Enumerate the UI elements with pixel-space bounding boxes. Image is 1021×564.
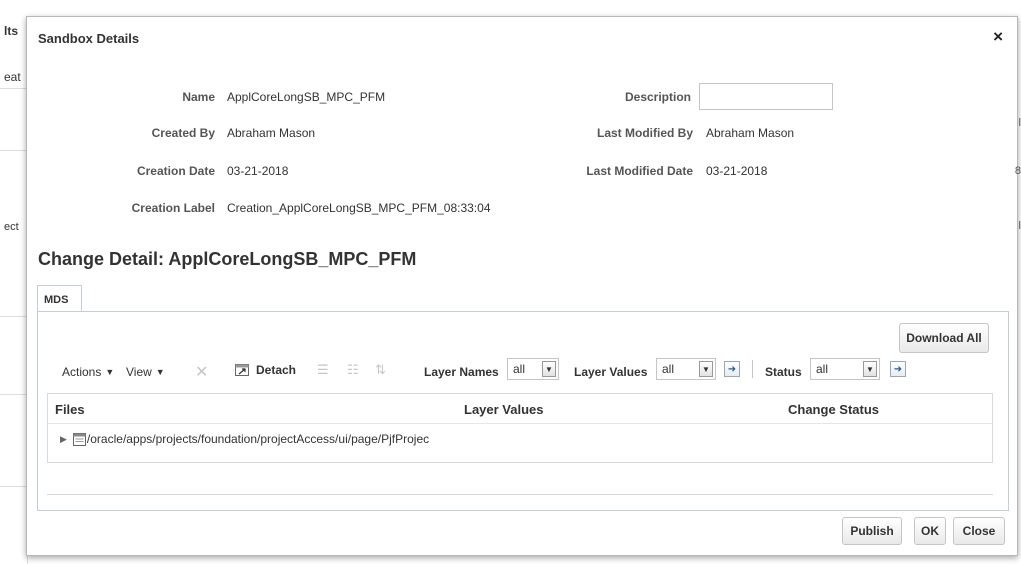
actions-menu[interactable]: Actions ▼ <box>62 365 114 379</box>
layer-names-select[interactable]: all ▼ <box>507 358 559 380</box>
triangle-down-icon: ▼ <box>105 367 115 377</box>
panel-footer-divider <box>47 494 993 495</box>
close-button[interactable]: Close <box>953 517 1005 545</box>
detach-button[interactable]: Detach <box>234 362 296 378</box>
column-header-files[interactable]: Files <box>55 402 85 417</box>
triangle-down-icon: ▼ <box>863 361 877 377</box>
name-value: ApplCoreLongSB_MPC_PFM <box>227 90 386 104</box>
layer-names-label: Layer Names <box>424 365 499 379</box>
table-header: Files Layer Values Change Status <box>48 394 992 424</box>
background-fragment-1: lts <box>4 24 19 38</box>
background-divider <box>0 150 28 151</box>
creation-label-label: Creation Label <box>131 201 215 215</box>
download-all-button[interactable]: Download All <box>899 323 989 353</box>
description-label: Description <box>624 90 691 104</box>
triangle-down-icon: ▼ <box>542 361 556 377</box>
background-left-column: lts eat ect <box>0 16 28 564</box>
layer-values-value: all <box>662 362 675 376</box>
triangle-down-icon: ▼ <box>155 367 165 377</box>
detach-icon <box>235 364 249 376</box>
status-value: all <box>816 362 829 376</box>
description-field[interactable] <box>699 83 833 110</box>
creation-label-value: Creation_ApplCoreLongSB_MPC_PFM_08:33:04 <box>227 201 491 215</box>
wrap-icon[interactable]: ☷ <box>347 362 359 378</box>
layer-values-label: Layer Values <box>574 365 648 379</box>
background-divider <box>0 394 28 395</box>
freeze-icon[interactable]: ☰ <box>317 362 329 378</box>
last-modified-by-label: Last Modified By <box>596 126 693 140</box>
created-by-label: Created By <box>151 126 215 140</box>
ok-button[interactable]: OK <box>914 517 946 545</box>
delete-x-icon[interactable]: ✕ <box>195 362 208 382</box>
go-arrow-icon[interactable]: ➜ <box>890 361 906 377</box>
background-fragment-3: ect <box>4 221 19 233</box>
sandbox-details-dialog: Sandbox Details × Name ApplCoreLongSB_MP… <box>26 16 1018 556</box>
background-top-strip <box>28 0 1021 16</box>
detach-label: Detach <box>256 363 297 377</box>
column-header-layer-values[interactable]: Layer Values <box>464 402 544 417</box>
background-divider <box>0 486 28 487</box>
changes-table: Files Layer Values Change Status ▶ /orac… <box>47 393 993 463</box>
view-menu[interactable]: View ▼ <box>126 365 165 379</box>
last-modified-date-label: Last Modified Date <box>586 164 693 178</box>
last-modified-by-value: Abraham Mason <box>706 126 795 140</box>
background-divider <box>0 88 28 89</box>
reorder-icon[interactable]: ⇅ <box>375 362 386 378</box>
created-by-value: Abraham Mason <box>227 126 316 140</box>
last-modified-date-value: 03-21-2018 <box>706 164 768 178</box>
status-label: Status <box>765 365 802 379</box>
close-icon[interactable]: × <box>993 27 1003 47</box>
tab-mds[interactable]: MDS <box>37 285 82 312</box>
publish-button[interactable]: Publish <box>842 517 902 545</box>
column-header-change-status[interactable]: Change Status <box>788 402 879 417</box>
background-fragment-2: eat <box>4 70 21 84</box>
name-label: Name <box>182 90 215 104</box>
triangle-down-icon: ▼ <box>699 361 713 377</box>
status-select[interactable]: all ▼ <box>810 358 880 380</box>
layer-values-select[interactable]: all ▼ <box>656 358 716 380</box>
toolbar-separator <box>752 360 753 378</box>
change-detail-heading: Change Detail: ApplCoreLongSB_MPC_PFM <box>38 249 417 269</box>
table-row[interactable]: ▶ /oracle/apps/projects/foundation/proje… <box>48 424 992 454</box>
file-path: /oracle/apps/projects/foundation/project… <box>86 432 430 446</box>
layer-names-value: all <box>513 362 526 376</box>
dialog-title: Sandbox Details <box>38 31 140 46</box>
go-arrow-icon[interactable]: ➜ <box>724 361 740 377</box>
background-divider <box>0 316 28 317</box>
background-fragment-right-2: 8 <box>1014 165 1021 177</box>
creation-date-value: 03-21-2018 <box>227 164 289 178</box>
expand-triangle-icon[interactable]: ▶ <box>60 434 67 445</box>
actions-label: Actions <box>62 365 102 379</box>
view-label: View <box>126 365 152 379</box>
creation-date-label: Creation Date <box>136 164 215 178</box>
file-icon <box>72 432 86 446</box>
